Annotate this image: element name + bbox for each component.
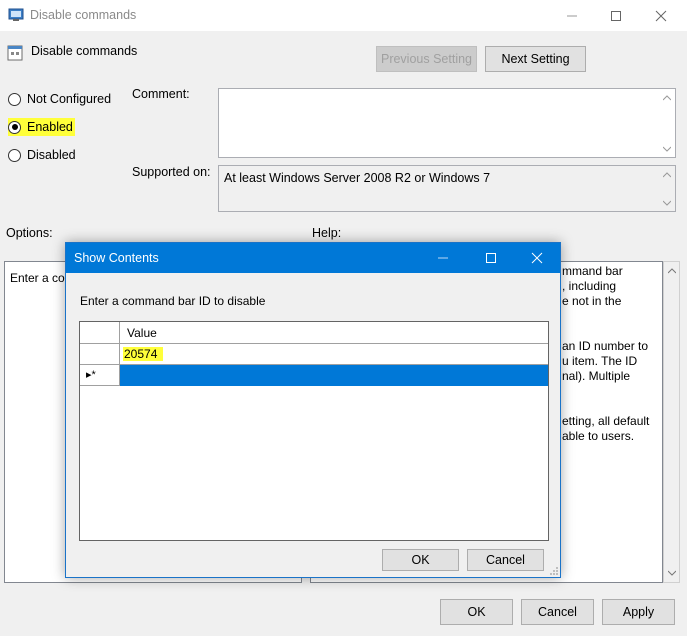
help-line: nal). Multiple [562, 369, 631, 383]
grid-header: Value [80, 322, 548, 344]
new-row[interactable]: ▸* [80, 365, 548, 386]
maximize-icon [611, 10, 621, 21]
grid-corner-cell [80, 322, 120, 344]
table-row[interactable]: 20574 [80, 344, 548, 365]
options-text: Enter a co [10, 271, 65, 285]
help-line: u item. The ID [562, 354, 638, 368]
scroll-up-icon [668, 268, 676, 274]
value-column-header[interactable]: Value [127, 326, 157, 340]
minimize-icon [438, 257, 448, 259]
dialog-instruction: Enter a command bar ID to disable [80, 294, 266, 308]
scroll-up-icon [663, 95, 671, 101]
close-icon [655, 10, 667, 21]
setting-icon [7, 45, 23, 61]
values-grid: Value 20574 ▸* [79, 321, 549, 541]
radio-circle [8, 92, 21, 106]
comment-scrollbar[interactable] [659, 89, 675, 157]
dialog-titlebar: Show Contents [66, 243, 560, 273]
resize-grip-icon[interactable] [549, 566, 559, 576]
cancel-button[interactable]: Cancel [521, 599, 594, 625]
help-line: mmand bar [562, 264, 623, 278]
options-label: Options: [6, 226, 53, 240]
previous-setting-button[interactable]: Previous Setting [376, 46, 477, 72]
maximize-button[interactable] [593, 0, 639, 31]
scroll-down-icon [663, 200, 671, 206]
comment-textarea[interactable] [218, 88, 676, 158]
help-line: an ID number to [562, 339, 649, 353]
window-title: Disable commands [30, 8, 137, 22]
dialog-maximize-button[interactable] [468, 243, 514, 273]
help-line: e not in the [562, 294, 622, 308]
dialog-minimize-button[interactable] [420, 243, 466, 273]
radio-circle-selected [8, 120, 21, 134]
next-setting-button[interactable]: Next Setting [485, 46, 586, 72]
help-line: able to users. [562, 429, 635, 443]
supported-on-value: At least Windows Server 2008 R2 or Windo… [224, 171, 491, 185]
supported-on-box: At least Windows Server 2008 R2 or Windo… [218, 165, 676, 212]
radio-disabled[interactable]: Disabled [8, 146, 76, 164]
scroll-up-icon [663, 172, 671, 178]
radio-enabled[interactable]: Enabled [8, 118, 75, 136]
apply-button[interactable]: Apply [602, 599, 675, 625]
dialog-title: Show Contents [74, 251, 159, 265]
help-line: etting, all default [562, 414, 650, 428]
minimize-icon [567, 15, 577, 16]
supported-on-label: Supported on: [132, 165, 211, 179]
help-label: Help: [312, 226, 342, 240]
supported-scrollbar[interactable] [659, 166, 675, 211]
maximize-icon [486, 253, 496, 263]
new-value-cell[interactable] [120, 365, 548, 386]
comment-label: Comment: [132, 87, 190, 101]
window-titlebar: Disable commands [0, 0, 687, 31]
ok-button[interactable]: OK [440, 599, 513, 625]
close-button[interactable] [638, 0, 684, 31]
setting-name: Disable commands [31, 44, 138, 58]
dialog-ok-button[interactable]: OK [382, 549, 459, 571]
help-line: , including [562, 279, 617, 293]
new-row-header[interactable]: ▸* [80, 365, 120, 386]
close-icon [531, 252, 543, 264]
show-contents-dialog: Show Contents Enter a command bar ID to … [65, 242, 561, 578]
help-scrollbar[interactable] [663, 261, 680, 583]
radio-not-configured[interactable]: Not Configured [8, 90, 111, 108]
scroll-down-icon [663, 146, 671, 152]
value-cell[interactable]: 20574 [123, 347, 164, 361]
scroll-down-icon [668, 570, 676, 576]
dialog-cancel-button[interactable]: Cancel [467, 549, 544, 571]
policy-app-icon [8, 8, 24, 21]
dialog-close-button[interactable] [514, 243, 560, 273]
radio-circle [8, 148, 21, 162]
row-header[interactable] [80, 344, 120, 364]
new-row-marker-icon: ▸* [86, 369, 96, 381]
minimize-button[interactable] [549, 0, 595, 31]
